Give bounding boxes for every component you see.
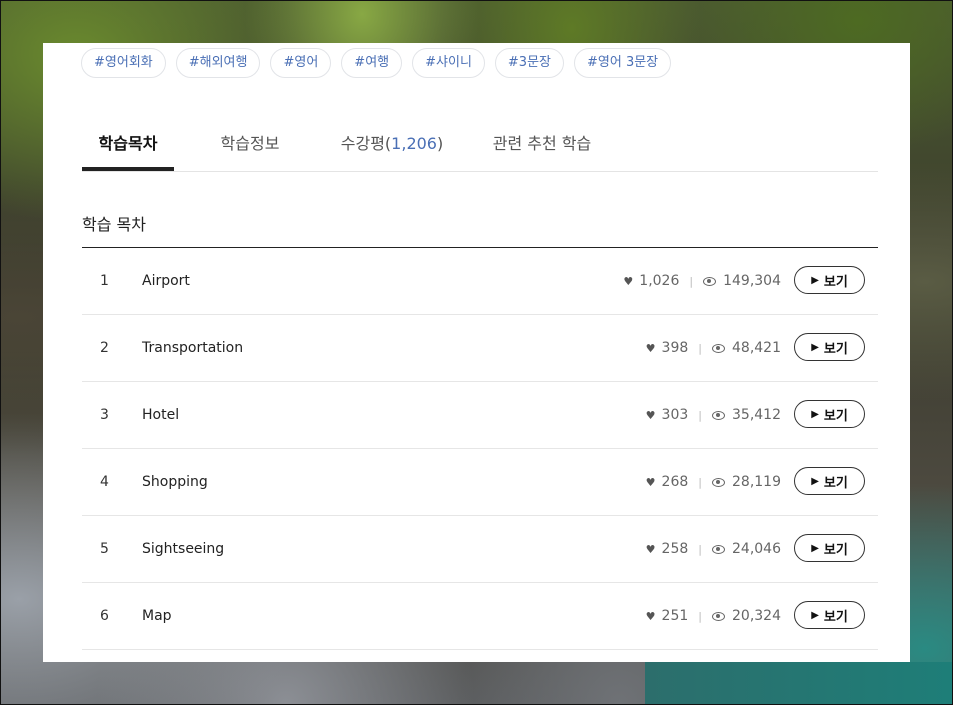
tag-chip[interactable]: #해외여행	[175, 48, 261, 78]
lesson-stats: ♥ 251 | 20,324	[646, 583, 781, 649]
view-button[interactable]: ▶ 보기	[794, 400, 865, 428]
like-count: 251	[661, 608, 689, 624]
stats-divider: |	[698, 542, 702, 556]
course-panel: #영어회화 #해외여행 #영어 #여행 #샤이니 #3문장 #영어 3문장 학습…	[43, 43, 910, 662]
lesson-stats: ♥ 398 | 48,421	[646, 315, 781, 381]
lesson-stats: ♥ 268 | 28,119	[646, 449, 781, 515]
eye-icon	[712, 477, 725, 487]
lesson-number: 6	[100, 608, 109, 624]
view-button[interactable]: ▶ 보기	[794, 266, 865, 294]
lesson-list: 1 Airport ♥ 1,026 | 149,304 ▶ 보기 2 Transp…	[82, 247, 878, 650]
stats-divider: |	[689, 274, 694, 288]
lesson-title[interactable]: Hotel	[142, 382, 179, 448]
view-button[interactable]: ▶ 보기	[794, 333, 865, 361]
lesson-row: 3 Hotel ♥ 303 | 35,412 ▶ 보기	[82, 382, 878, 449]
tag-chip[interactable]: #샤이니	[412, 48, 485, 78]
eye-icon	[703, 276, 717, 286]
heart-icon: ♥	[645, 542, 656, 556]
lesson-title[interactable]: Transportation	[142, 315, 243, 381]
lesson-number: 5	[100, 541, 109, 557]
section-title: 학습 목차	[82, 215, 146, 234]
lesson-stats: ♥ 1,026 | 149,304	[623, 248, 781, 314]
play-icon: ▶	[811, 274, 819, 286]
heart-icon: ♥	[645, 609, 656, 623]
heart-icon: ♥	[645, 408, 656, 422]
heart-icon: ♥	[645, 341, 656, 355]
like-count: 303	[661, 407, 689, 423]
lesson-stats: ♥ 303 | 35,412	[646, 382, 781, 448]
stats-divider: |	[698, 475, 702, 489]
view-count: 48,421	[732, 340, 781, 356]
view-button-label: 보기	[823, 274, 848, 290]
like-count: 258	[661, 541, 689, 557]
lesson-title[interactable]: Shopping	[142, 449, 208, 515]
lesson-title[interactable]: Map	[142, 583, 172, 649]
heart-icon: ♥	[645, 475, 656, 489]
like-count: 398	[661, 340, 689, 356]
lesson-row: 1 Airport ♥ 1,026 | 149,304 ▶ 보기	[82, 248, 878, 315]
view-button[interactable]: ▶ 보기	[794, 467, 865, 495]
view-button-label: 보기	[823, 475, 848, 491]
tag-chip[interactable]: #3문장	[494, 48, 564, 78]
view-count: 35,412	[732, 407, 781, 423]
view-button[interactable]: ▶ 보기	[794, 601, 865, 629]
lesson-number: 4	[100, 474, 109, 490]
eye-icon	[712, 611, 725, 621]
stats-divider: |	[698, 609, 702, 623]
tag-chip[interactable]: #여행	[341, 48, 403, 78]
stats-divider: |	[698, 408, 702, 422]
tag-list: #영어회화 #해외여행 #영어 #여행 #샤이니 #3문장 #영어 3문장	[81, 48, 672, 78]
tag-chip[interactable]: #영어회화	[81, 48, 166, 78]
view-button[interactable]: ▶ 보기	[794, 534, 865, 562]
tag-chip[interactable]: #영어 3문장	[574, 48, 672, 78]
lesson-number: 3	[100, 407, 109, 423]
tab-related[interactable]: 관련 추천 학습	[482, 125, 602, 171]
tab-reviews-label: 수강평(	[340, 134, 392, 153]
eye-icon	[712, 343, 725, 353]
view-button-label: 보기	[823, 408, 848, 424]
lesson-stats: ♥ 258 | 24,046	[646, 516, 781, 582]
view-count: 149,304	[723, 273, 781, 289]
eye-icon	[712, 410, 725, 420]
play-icon: ▶	[811, 542, 819, 554]
like-count: 268	[661, 474, 689, 490]
play-icon: ▶	[811, 609, 819, 621]
play-icon: ▶	[811, 475, 819, 487]
tab-bar: 학습목차 학습정보 수강평(1,206) 관련 추천 학습	[82, 125, 878, 172]
view-button-label: 보기	[823, 542, 848, 558]
tag-chip[interactable]: #영어	[270, 48, 332, 78]
lesson-title[interactable]: Airport	[142, 248, 190, 314]
background-boat-edge	[645, 662, 953, 705]
like-count: 1,026	[639, 273, 680, 289]
play-icon: ▶	[811, 408, 819, 420]
tab-contents[interactable]: 학습목차	[82, 125, 174, 171]
eye-icon	[712, 544, 725, 554]
view-button-label: 보기	[823, 341, 848, 357]
lesson-title[interactable]: Sightseeing	[142, 516, 224, 582]
view-count: 24,046	[732, 541, 781, 557]
view-count: 20,324	[732, 608, 781, 624]
view-count: 28,119	[732, 474, 781, 490]
stats-divider: |	[698, 341, 702, 355]
heart-icon: ♥	[623, 274, 634, 288]
lesson-row: 6 Map ♥ 251 | 20,324 ▶ 보기	[82, 583, 878, 650]
lesson-number: 1	[100, 273, 109, 289]
lesson-row: 4 Shopping ♥ 268 | 28,119 ▶ 보기	[82, 449, 878, 516]
tab-reviews-count: 1,206	[391, 134, 437, 153]
tab-info[interactable]: 학습정보	[204, 125, 296, 171]
tab-reviews-close: )	[436, 134, 444, 153]
lesson-row: 2 Transportation ♥ 398 | 48,421 ▶ 보기	[82, 315, 878, 382]
lesson-number: 2	[100, 340, 109, 356]
play-icon: ▶	[811, 341, 819, 353]
tab-reviews[interactable]: 수강평(1,206)	[332, 125, 452, 171]
lesson-row: 5 Sightseeing ♥ 258 | 24,046 ▶ 보기	[82, 516, 878, 583]
view-button-label: 보기	[823, 609, 848, 625]
